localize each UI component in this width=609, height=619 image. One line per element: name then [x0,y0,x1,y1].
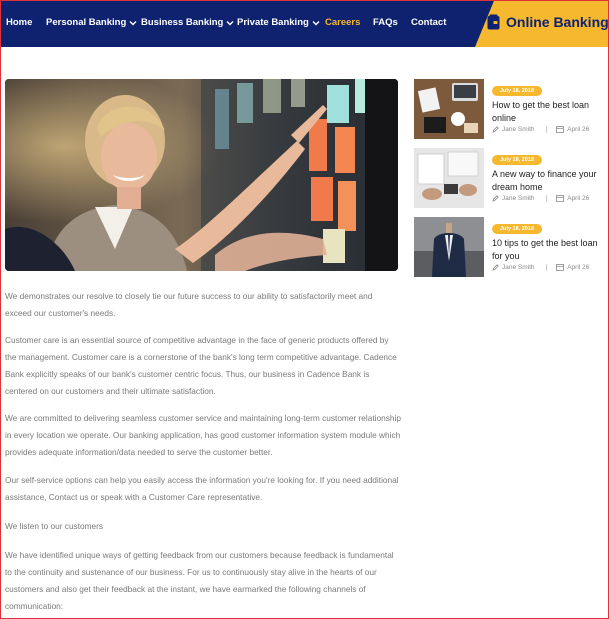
post-title-link[interactable]: 10 tips to get the best loan for you [492,237,606,262]
calendar-icon [556,126,565,133]
nav-personal-banking[interactable]: Personal Banking [46,17,137,28]
article-paragraph-feedback: We have identified unique ways of gettin… [5,550,394,611]
post-thumbnail[interactable] [414,148,484,208]
meta-divider: | [545,125,548,133]
paperwork-desk-photo [414,148,484,208]
pencil-icon [492,263,499,271]
nav-faqs[interactable]: FAQs [373,17,398,28]
chevron-down-icon [129,20,137,25]
hero-photo-illustration [5,79,398,271]
article-paragraph-intro: We demonstrates our resolve to closely t… [5,291,373,318]
nav-personal-banking-label: Personal Banking [46,17,127,28]
nav-home[interactable]: Home [6,17,32,28]
calendar-icon [556,264,565,271]
post-date-badge: July 18, 2018 [492,155,542,165]
hero-image [5,79,398,271]
pencil-icon [492,194,499,202]
post-thumbnail[interactable] [414,217,484,277]
nav-private-banking-label: Private Banking [237,17,309,28]
post-meta: Jane Smith | April 26 [492,125,606,133]
online-banking-button[interactable]: Online Banking [487,14,609,30]
calendar-icon [556,195,565,202]
post-title-link[interactable]: A new way to finance your dream home [492,168,606,193]
nav-business-banking-label: Business Banking [141,17,224,28]
online-banking-label: Online Banking [506,14,609,30]
post-thumbnail[interactable] [414,79,484,139]
article-paragraph-commitment: We are committed to delivering seamless … [5,413,401,457]
businessman-photo [414,217,484,277]
post-day: April 26 [567,263,590,271]
post-date-badge: July 18, 2018 [492,86,542,96]
post-date-badge: July 18, 2018 [492,224,542,234]
chevron-down-icon [312,20,320,25]
post-author: Jane Smith [502,125,535,133]
post-title-link[interactable]: How to get the best loan online [492,99,606,124]
meta-divider: | [545,194,548,202]
sidebar-post[interactable]: July 18, 2018 A new way to finance your … [414,148,606,210]
nav-private-banking[interactable]: Private Banking [237,17,320,28]
nav-careers[interactable]: Careers [325,17,360,28]
wallet-icon [487,14,500,30]
nav-contact[interactable]: Contact [411,17,446,28]
post-meta: Jane Smith | April 26 [492,263,606,271]
chevron-down-icon [226,20,234,25]
meta-divider: | [545,263,548,271]
post-day: April 26 [567,194,590,202]
pencil-icon [492,125,499,133]
nav-contact-label: Contact [411,17,447,28]
page-frame: Home Personal Banking Business Banking P… [0,0,609,619]
article-paragraph-self-service: Our self-service options can help you ea… [5,475,399,502]
sidebar-post[interactable]: July 18, 2018 10 tips to get the best lo… [414,217,606,279]
nav-faqs-label: FAQs [373,17,398,28]
article-paragraph-customer-care: Customer care is an essential source of … [5,335,397,396]
sidebar-post[interactable]: July 18, 2018 How to get the best loan o… [414,79,606,141]
post-author: Jane Smith [502,194,535,202]
nav-home-label: Home [6,17,33,28]
article-subheading-listen: We listen to our customers [5,521,104,531]
laptop-desk-photo [414,79,484,139]
nav-careers-label: Careers [325,17,361,28]
post-meta: Jane Smith | April 26 [492,194,606,202]
post-author: Jane Smith [502,263,535,271]
nav-business-banking[interactable]: Business Banking [141,17,234,28]
post-day: April 26 [567,125,590,133]
